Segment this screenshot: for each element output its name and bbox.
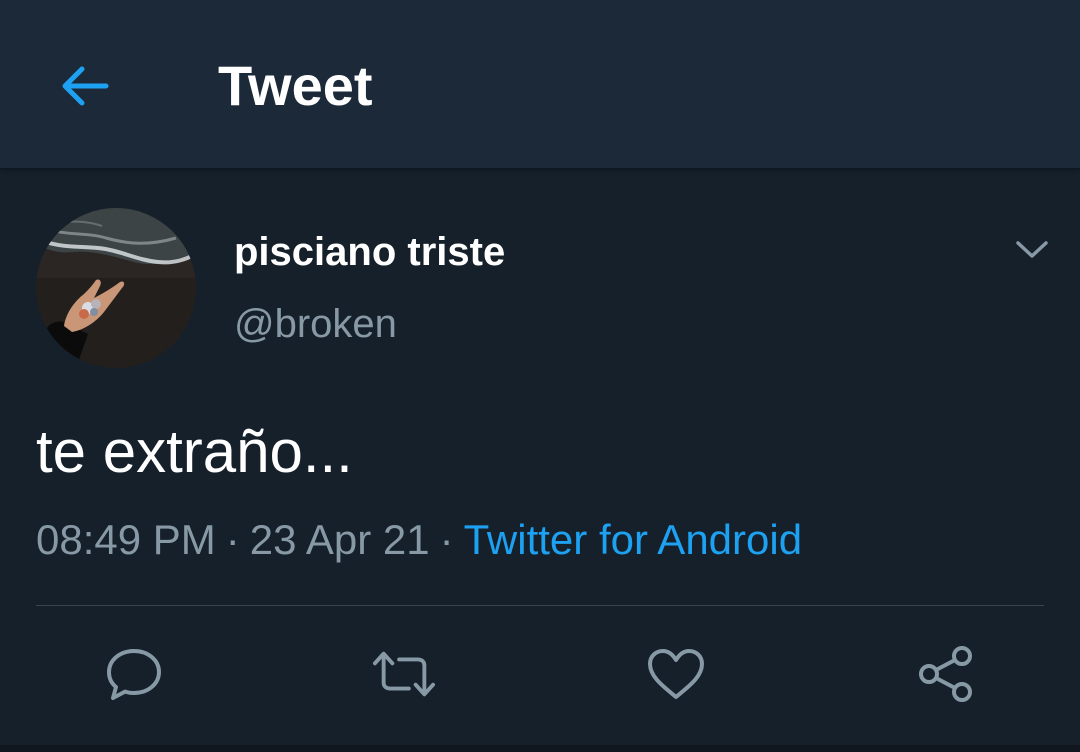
reply-button[interactable] <box>102 642 166 706</box>
meta-separator: · <box>439 516 454 563</box>
share-button[interactable] <box>914 642 978 706</box>
divider <box>36 605 1044 606</box>
tweet-source-link[interactable]: Twitter for Android <box>464 516 802 563</box>
share-icon <box>919 646 972 702</box>
heart-icon <box>648 649 704 699</box>
retweet-button[interactable] <box>372 642 436 706</box>
avatar-image <box>36 208 196 368</box>
author-display-name[interactable]: pisciano triste <box>234 228 505 276</box>
top-app-bar: Tweet <box>0 0 1080 168</box>
page-title: Tweet <box>218 54 373 117</box>
reply-icon <box>107 649 161 700</box>
tweet-date: 23 Apr 21 <box>249 516 430 563</box>
author-handle[interactable]: @broken <box>234 300 397 348</box>
tweet-menu-button[interactable] <box>1004 226 1060 274</box>
tweet-metadata: 08:49 PM · 23 Apr 21 · Twitter for Android <box>36 514 802 566</box>
bottom-separator <box>0 745 1080 752</box>
back-button[interactable] <box>52 56 116 116</box>
tweet-detail: pisciano triste @broken te extraño... 08… <box>0 168 1080 752</box>
chevron-down-icon <box>1016 241 1048 258</box>
retweet-icon <box>372 651 436 697</box>
like-button[interactable] <box>644 642 708 706</box>
arrow-left-icon <box>62 66 109 106</box>
tweet-text: te extraño... <box>36 418 353 485</box>
avatar[interactable] <box>36 208 196 368</box>
tweet-time: 08:49 PM <box>36 516 216 563</box>
meta-separator: · <box>225 516 240 563</box>
